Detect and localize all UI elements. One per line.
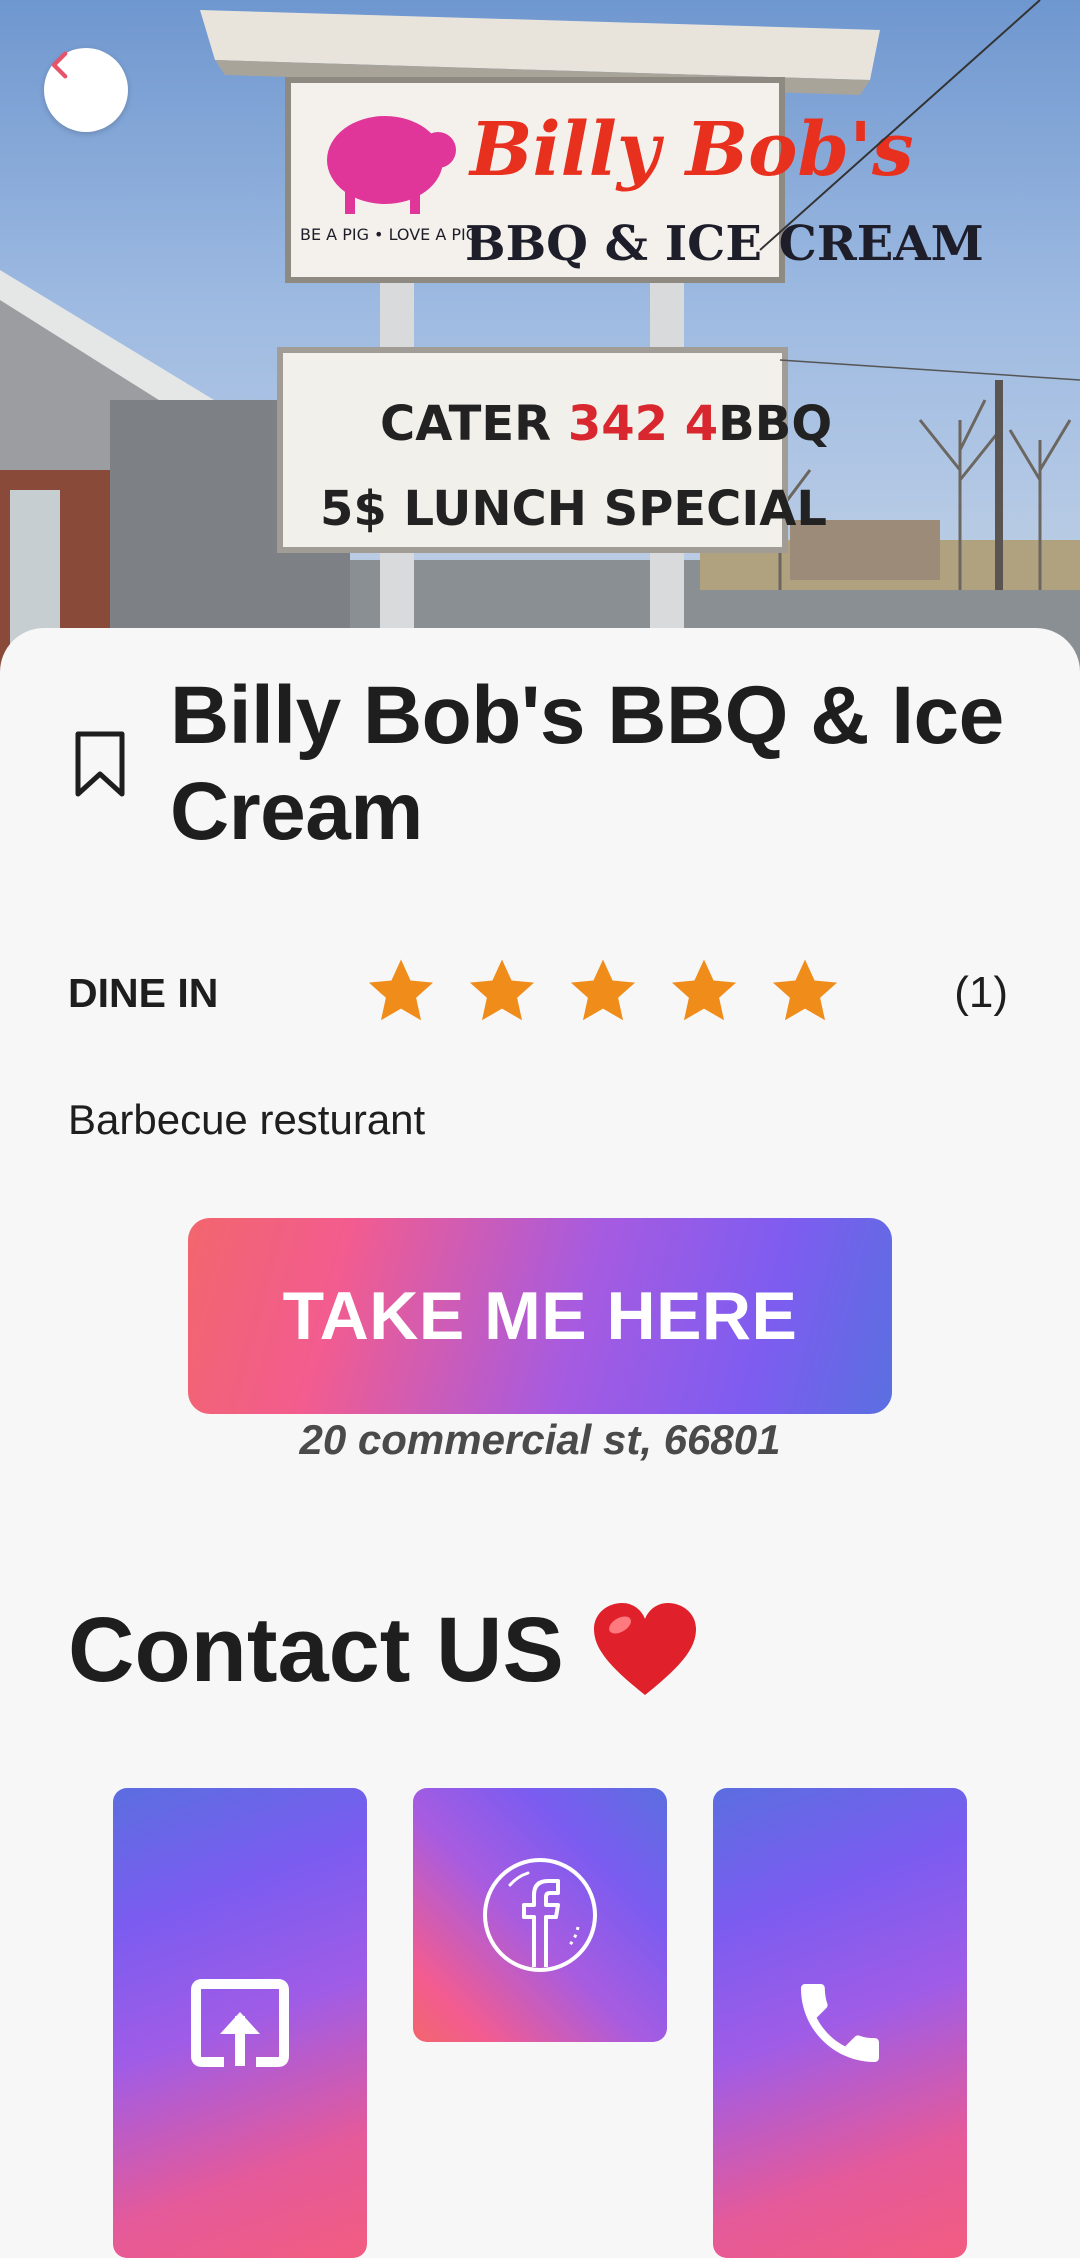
service-type-label: DINE IN bbox=[68, 970, 219, 1016]
phone-icon bbox=[801, 1984, 879, 2062]
facebook-icon bbox=[483, 1858, 597, 1972]
svg-text:BBQ & ICE CREAM: BBQ & ICE CREAM bbox=[465, 216, 984, 272]
take-me-here-label: TAKE ME HERE bbox=[282, 1278, 798, 1354]
star-icon bbox=[772, 959, 838, 1021]
share-icon bbox=[191, 1979, 289, 2067]
chevron-left-icon bbox=[51, 51, 68, 79]
rating-stars bbox=[364, 954, 869, 1028]
back-button[interactable] bbox=[44, 48, 128, 132]
svg-text:BE A PIG • LOVE A PIG: BE A PIG • LOVE A PIG bbox=[300, 225, 478, 244]
category-label: Barbecue resturant bbox=[68, 1096, 426, 1143]
phone-button[interactable] bbox=[713, 1788, 967, 2258]
svg-text:CATER 342 4BBQ: CATER 342 4BBQ bbox=[380, 396, 832, 452]
details-card: Billy Bob's BBQ & Ice Cream DINE IN (1) … bbox=[0, 628, 1080, 2258]
heart-icon bbox=[593, 1602, 696, 1695]
star-icon bbox=[469, 959, 535, 1021]
star-icon bbox=[671, 959, 737, 1021]
svg-text:5$ LUNCH SPECIAL: 5$ LUNCH SPECIAL bbox=[320, 481, 827, 537]
star-icon bbox=[570, 959, 636, 1021]
title-row: Billy Bob's BBQ & Ice Cream bbox=[68, 668, 1048, 860]
svg-text:Billy Bob's: Billy Bob's bbox=[468, 107, 914, 193]
place-title: Billy Bob's BBQ & Ice Cream bbox=[170, 670, 1004, 857]
hero-photo: Billy Bob's BBQ & ICE CREAM BE A PIG • L… bbox=[0, 0, 1080, 700]
restaurant-sign-photo: Billy Bob's BBQ & ICE CREAM BE A PIG • L… bbox=[0, 0, 1080, 700]
take-me-here-button[interactable]: TAKE ME HERE bbox=[188, 1218, 892, 1414]
address-text: 20 commercial st, 66801 bbox=[299, 1416, 781, 1463]
star-icon bbox=[368, 959, 434, 1021]
bookmark-icon[interactable] bbox=[68, 728, 132, 800]
review-count[interactable]: (1) bbox=[954, 968, 1008, 1018]
share-button[interactable] bbox=[113, 1788, 367, 2258]
contact-heading-text: Contact US bbox=[68, 1599, 564, 1701]
meta-row: DINE IN (1) bbox=[68, 959, 1008, 1021]
contact-heading: Contact US bbox=[68, 1598, 700, 1703]
facebook-button[interactable] bbox=[413, 1788, 667, 2042]
